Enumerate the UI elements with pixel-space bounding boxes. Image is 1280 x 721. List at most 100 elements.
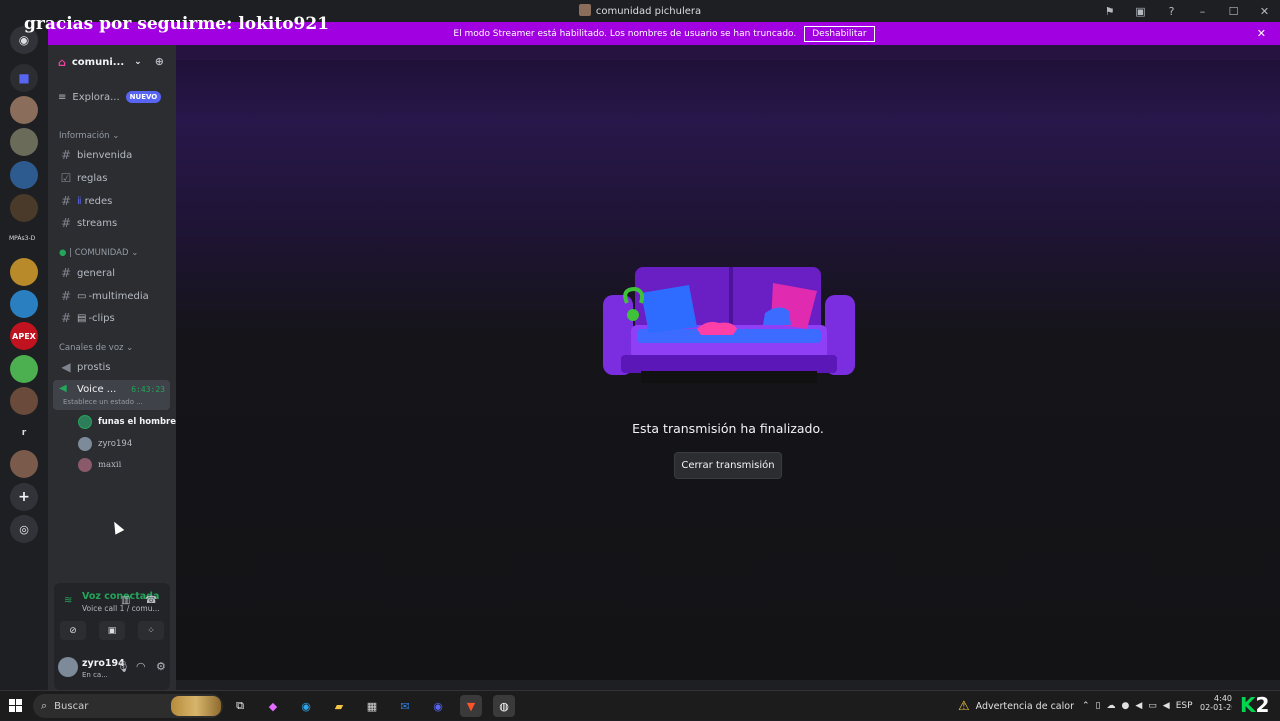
- noise-suppression-icon[interactable]: ▥: [121, 595, 130, 606]
- hash-icon: #: [60, 266, 72, 280]
- network-icon[interactable]: ▭: [1148, 701, 1157, 711]
- edge-icon[interactable]: ◉: [295, 695, 317, 717]
- search-icon: ⌕: [41, 699, 48, 712]
- channel-multimedia[interactable]: # ▭ -multimedia: [59, 289, 171, 303]
- channel-redes[interactable]: # ⅱ redes: [59, 194, 171, 208]
- help-icon[interactable]: ?: [1156, 5, 1187, 18]
- add-server-icon[interactable]: +: [10, 483, 38, 511]
- volume-icon[interactable]: ◀: [1135, 701, 1142, 711]
- voice-user[interactable]: zyro194: [78, 437, 132, 451]
- camera-emoji-icon: ▭: [77, 290, 87, 302]
- streamer-message: El modo Streamer está habilitado. Los no…: [453, 28, 797, 39]
- voice-channel-active[interactable]: ◀ Voice ... 6:43:23 Establece un estado …: [53, 380, 170, 410]
- discord-taskbar-icon[interactable]: ◉: [427, 695, 449, 717]
- rules-icon: ☑: [60, 171, 72, 185]
- system-tray: ⌃ ▯ ☁ ● ◀ ▭ ◀ ESP: [1082, 691, 1193, 721]
- search-highlight-image: [171, 696, 221, 716]
- close-stream-button[interactable]: Cerrar transmisión: [674, 452, 782, 479]
- server-icon-comunidad[interactable]: [10, 96, 38, 124]
- channel-prostis[interactable]: ◀ prostis: [59, 360, 171, 374]
- close-banner-icon[interactable]: ✕: [1257, 27, 1266, 40]
- category-voice[interactable]: Canales de voz ⌄: [59, 343, 133, 353]
- folder-icon[interactable]: ■: [10, 64, 38, 92]
- minimize-icon[interactable]: –: [1187, 5, 1218, 18]
- store-icon[interactable]: ▦: [361, 695, 383, 717]
- avatar: [78, 458, 92, 472]
- headphones-icon[interactable]: ◠: [136, 660, 146, 673]
- chevron-up-icon[interactable]: ⌃: [1082, 701, 1090, 711]
- disable-streamer-button[interactable]: Deshabilitar: [804, 25, 875, 42]
- clock[interactable]: 4:40 02-01-202: [1200, 694, 1232, 712]
- avatar[interactable]: [58, 657, 78, 677]
- voice-user[interactable]: maxii: [78, 458, 121, 472]
- channel-streams[interactable]: # streams: [59, 216, 171, 230]
- user-panel: zyro194 En ca... 🎙︎ ◠ ⚙: [54, 653, 170, 687]
- category-community[interactable]: ● | COMUNIDAD ⌄: [59, 248, 138, 258]
- hash-icon: #: [60, 216, 72, 230]
- voice-connection-panel: ≋ Voz conectada Voice call 1 / comu... ▥…: [54, 583, 170, 690]
- category-info[interactable]: Información ⌄: [59, 131, 119, 141]
- server-icon-5[interactable]: [10, 258, 38, 286]
- server-icon-6[interactable]: [10, 290, 38, 318]
- channel-bienvenida[interactable]: # bienvenida: [59, 148, 171, 162]
- inbox-icon[interactable]: ▣: [1125, 5, 1156, 18]
- warning-icon: ⚠: [958, 698, 970, 714]
- server-icon-2[interactable]: [10, 128, 38, 156]
- server-icon-3[interactable]: [10, 161, 38, 189]
- disconnect-icon[interactable]: ☎: [145, 595, 157, 606]
- mic-icon[interactable]: ●: [1122, 701, 1130, 711]
- server-icon-4[interactable]: [10, 194, 38, 222]
- channel-general[interactable]: # general: [59, 266, 171, 280]
- flag-icon[interactable]: ⚑: [1094, 5, 1125, 18]
- language[interactable]: ESP: [1176, 701, 1193, 711]
- window-controls: ⚑ ▣ ? – ☐ ✕: [1094, 0, 1280, 22]
- guild-home-icon: ⌂: [58, 55, 66, 69]
- channel-clips[interactable]: # ▤ -clips: [59, 311, 171, 325]
- server-text-label[interactable]: MPÀs3-D: [9, 235, 35, 242]
- discover-icon[interactable]: ◎: [10, 515, 38, 543]
- channel-sidebar: ⌂ comuni... ⌄ ⊕ ≡ Explora... NUEVO Infor…: [48, 45, 176, 690]
- server-icon-11[interactable]: [10, 450, 38, 478]
- obs-icon[interactable]: ◍: [493, 695, 515, 717]
- voice-user[interactable]: funas el hombre: [78, 415, 176, 429]
- speaker-icon: ◀: [61, 360, 71, 374]
- couch-illustration: [603, 267, 855, 383]
- channel-reglas[interactable]: ☑ reglas: [59, 171, 171, 185]
- emoji-icon: ⅱ: [77, 195, 82, 207]
- brave-icon[interactable]: ▼: [460, 695, 482, 717]
- copilot-icon[interactable]: ◆: [262, 695, 284, 717]
- signal-icon[interactable]: ≋: [64, 595, 72, 606]
- voice-timer: 6:43:23: [131, 385, 165, 394]
- explore-icon: ≡: [58, 91, 67, 103]
- server-icon-8[interactable]: [10, 355, 38, 383]
- battery-icon[interactable]: ▯: [1096, 701, 1101, 711]
- camera-off-icon[interactable]: ⊘: [60, 621, 86, 640]
- mail-icon[interactable]: ✉: [394, 695, 416, 717]
- task-view-icon[interactable]: ⧉: [229, 695, 251, 717]
- gear-icon[interactable]: ⚙: [156, 660, 166, 673]
- screen-share-icon[interactable]: ▣: [99, 621, 125, 640]
- hash-icon: #: [60, 194, 72, 208]
- guild-header[interactable]: ⌂ comuni... ⌄ ⊕: [48, 45, 176, 79]
- taskbar-search[interactable]: ⌕ Buscar: [33, 694, 223, 718]
- close-window-icon[interactable]: ✕: [1249, 5, 1280, 18]
- speaker-icon[interactable]: ◀: [1163, 701, 1170, 711]
- file-explorer-icon[interactable]: ▰: [328, 695, 350, 717]
- stream-view: Esta transmisión ha finalizado. Cerrar t…: [176, 45, 1280, 680]
- server-icon-apex[interactable]: APEX: [10, 322, 38, 350]
- server-icon-r[interactable]: r: [10, 419, 38, 447]
- server-icon-9[interactable]: [10, 387, 38, 415]
- microphone-icon[interactable]: 🎙︎: [116, 660, 130, 673]
- voice-status[interactable]: Establece un estado ...: [63, 398, 143, 406]
- activities-icon[interactable]: ⁘: [138, 621, 164, 640]
- k2-logo-icon: K2: [1240, 693, 1270, 717]
- maximize-icon[interactable]: ☐: [1218, 5, 1249, 18]
- windows-start-icon[interactable]: [9, 699, 22, 712]
- explore-channels[interactable]: ≡ Explora... NUEVO: [58, 91, 168, 103]
- heat-warning[interactable]: ⚠ Advertencia de calor: [958, 691, 1074, 721]
- speaker-icon: ◀: [59, 383, 67, 394]
- cloud-icon[interactable]: ☁: [1107, 701, 1116, 711]
- server-avatar-icon: [578, 4, 591, 16]
- taskbar: ⌕ Buscar ⧉ ◆ ◉ ▰ ▦ ✉ ◉ ▼ ◍ ⚠ Advertencia…: [0, 690, 1280, 720]
- invite-icon[interactable]: ⊕: [155, 55, 164, 68]
